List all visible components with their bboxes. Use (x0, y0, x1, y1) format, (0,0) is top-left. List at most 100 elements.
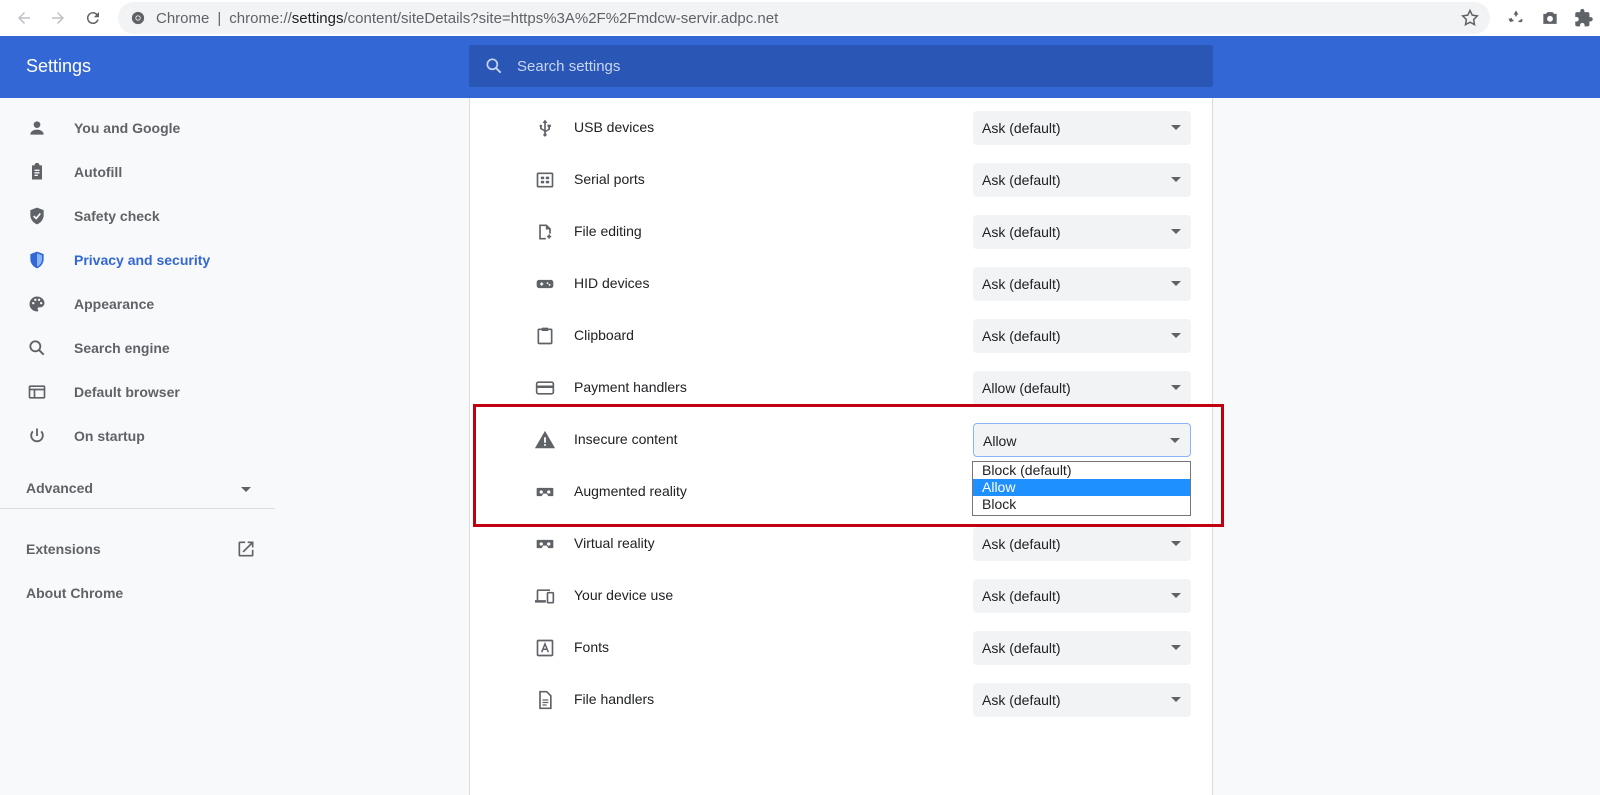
back-icon[interactable] (10, 4, 38, 32)
file-editing-select[interactable]: Ask (default) (973, 215, 1191, 249)
dropdown-arrow-icon (1171, 593, 1181, 598)
permission-label: Fonts (574, 639, 610, 655)
permission-label: Serial ports (574, 171, 645, 187)
sidebar-item-search-engine[interactable]: Search engine (0, 328, 275, 368)
dropdown-arrow-icon (1171, 281, 1181, 286)
payment-handlers-select[interactable]: Allow (default) (973, 371, 1191, 405)
sidebar-item-label: You and Google (74, 120, 181, 136)
select-value: Ask (default) (982, 224, 1061, 240)
sidebar: You and Google Autofill Safety check Pri… (0, 98, 275, 795)
dropdown-arrow-icon (1171, 229, 1181, 234)
permission-label: Your device use (574, 587, 674, 603)
dropdown-arrow-icon (1171, 177, 1181, 182)
sidebar-item-extensions[interactable]: Extensions (0, 529, 275, 569)
permission-label: Clipboard (574, 327, 634, 343)
gamepad-icon (534, 273, 556, 295)
chevron-down-icon (240, 482, 252, 494)
select-value: Ask (default) (982, 276, 1061, 292)
advanced-label: Advanced (26, 480, 93, 496)
permission-label: File editing (574, 223, 642, 239)
dropdown-arrow-icon (1171, 385, 1181, 390)
open-in-new-icon (236, 539, 256, 559)
select-value: Ask (default) (982, 588, 1061, 604)
document-icon (534, 689, 556, 711)
sidebar-item-privacy-and-security[interactable]: Privacy and security (0, 240, 275, 280)
permission-label: File handlers (574, 691, 655, 707)
permission-label: Payment handlers (574, 379, 687, 395)
devices-icon (534, 585, 556, 607)
select-value: Ask (default) (982, 640, 1061, 656)
dropdown-arrow-icon (1171, 645, 1181, 650)
sidebar-item-autofill[interactable]: Autofill (0, 152, 275, 192)
dropdown-arrow-icon (1171, 125, 1181, 130)
url-separator: | (217, 9, 222, 27)
credit-card-icon (534, 377, 556, 399)
chrome-site-icon (130, 10, 146, 26)
select-value: Ask (default) (982, 120, 1061, 136)
palette-icon (26, 293, 48, 315)
clipboard-select[interactable]: Ask (default) (973, 319, 1191, 353)
dropdown-arrow-icon (1171, 541, 1181, 546)
permission-label: HID devices (574, 275, 650, 291)
file-handlers-select[interactable]: Ask (default) (973, 683, 1191, 717)
permission-row-usb: USB devices Ask (default) (470, 102, 1214, 154)
sidebar-item-appearance[interactable]: Appearance (0, 284, 275, 324)
permission-row-file-handlers: File handlers Ask (default) (470, 674, 1214, 726)
shield-check-icon (26, 205, 48, 227)
url-prefix: chrome:// (229, 9, 292, 27)
font-icon (534, 637, 556, 659)
reload-icon[interactable] (79, 4, 107, 32)
device-use-select[interactable]: Ask (default) (973, 579, 1191, 613)
extensions-label: Extensions (26, 541, 101, 557)
sidebar-item-default-browser[interactable]: Default browser (0, 372, 275, 412)
url-path: /content/siteDetails?site=https%3A%2F%2F… (343, 9, 779, 27)
scheme-label: Chrome (156, 9, 210, 27)
browser-window-icon (26, 381, 48, 403)
clipboard-icon (26, 161, 48, 183)
page-title: Settings (26, 56, 92, 76)
search-input[interactable] (517, 57, 1197, 75)
permission-row-hid-devices: HID devices Ask (default) (470, 258, 1214, 310)
permission-row-file-editing: File editing Ask (default) (470, 206, 1214, 258)
sidebar-item-label: On startup (74, 428, 145, 444)
hid-devices-select[interactable]: Ask (default) (973, 267, 1191, 301)
select-value: Ask (default) (982, 536, 1061, 552)
search-icon (26, 337, 48, 359)
dropdown-arrow-icon (1171, 333, 1181, 338)
permission-row-clipboard: Clipboard Ask (default) (470, 310, 1214, 362)
camera-extension-icon[interactable] (1538, 6, 1562, 30)
search-settings-box[interactable] (469, 45, 1213, 87)
sidebar-item-label: Search engine (74, 340, 170, 356)
fonts-select[interactable]: Ask (default) (973, 631, 1191, 665)
select-value: Ask (default) (982, 692, 1061, 708)
sidebar-item-about-chrome[interactable]: About Chrome (0, 573, 275, 613)
address-bar[interactable]: Chrome | chrome://settings/content/siteD… (118, 2, 1490, 34)
sidebar-item-label: Appearance (74, 296, 155, 312)
bookmark-star-icon[interactable] (1460, 8, 1480, 28)
sidebar-item-label: Privacy and security (74, 252, 211, 268)
sidebar-advanced-toggle[interactable]: Advanced (0, 468, 275, 508)
power-icon (26, 425, 48, 447)
serial-port-icon (534, 169, 556, 191)
url-text: chrome://settings/content/siteDetails?si… (229, 10, 778, 27)
usb-icon (534, 117, 556, 139)
virtual-reality-select[interactable]: Ask (default) (973, 527, 1191, 561)
clipboard-icon (534, 325, 556, 347)
shield-icon (26, 249, 48, 271)
permission-row-serial-ports: Serial ports Ask (default) (470, 154, 1214, 206)
sidebar-item-you-and-google[interactable]: You and Google (0, 108, 275, 148)
usb-select[interactable]: Ask (default) (973, 111, 1191, 145)
browser-toolbar: Chrome | chrome://settings/content/siteD… (0, 0, 1600, 36)
serial-ports-select[interactable]: Ask (default) (973, 163, 1191, 197)
sidebar-item-safety-check[interactable]: Safety check (0, 196, 275, 236)
recycle-extension-icon[interactable] (1504, 6, 1528, 30)
forward-icon[interactable] (44, 4, 72, 32)
permission-label: Virtual reality (574, 535, 655, 551)
sidebar-item-on-startup[interactable]: On startup (0, 416, 275, 456)
permission-row-fonts: Fonts Ask (default) (470, 622, 1214, 674)
vr-headset-icon (534, 533, 556, 555)
permission-row-device-use: Your device use Ask (default) (470, 570, 1214, 622)
sidebar-item-label: Safety check (74, 208, 160, 224)
puzzle-extension-icon[interactable] (1572, 6, 1596, 30)
url-host: settings (291, 9, 344, 27)
